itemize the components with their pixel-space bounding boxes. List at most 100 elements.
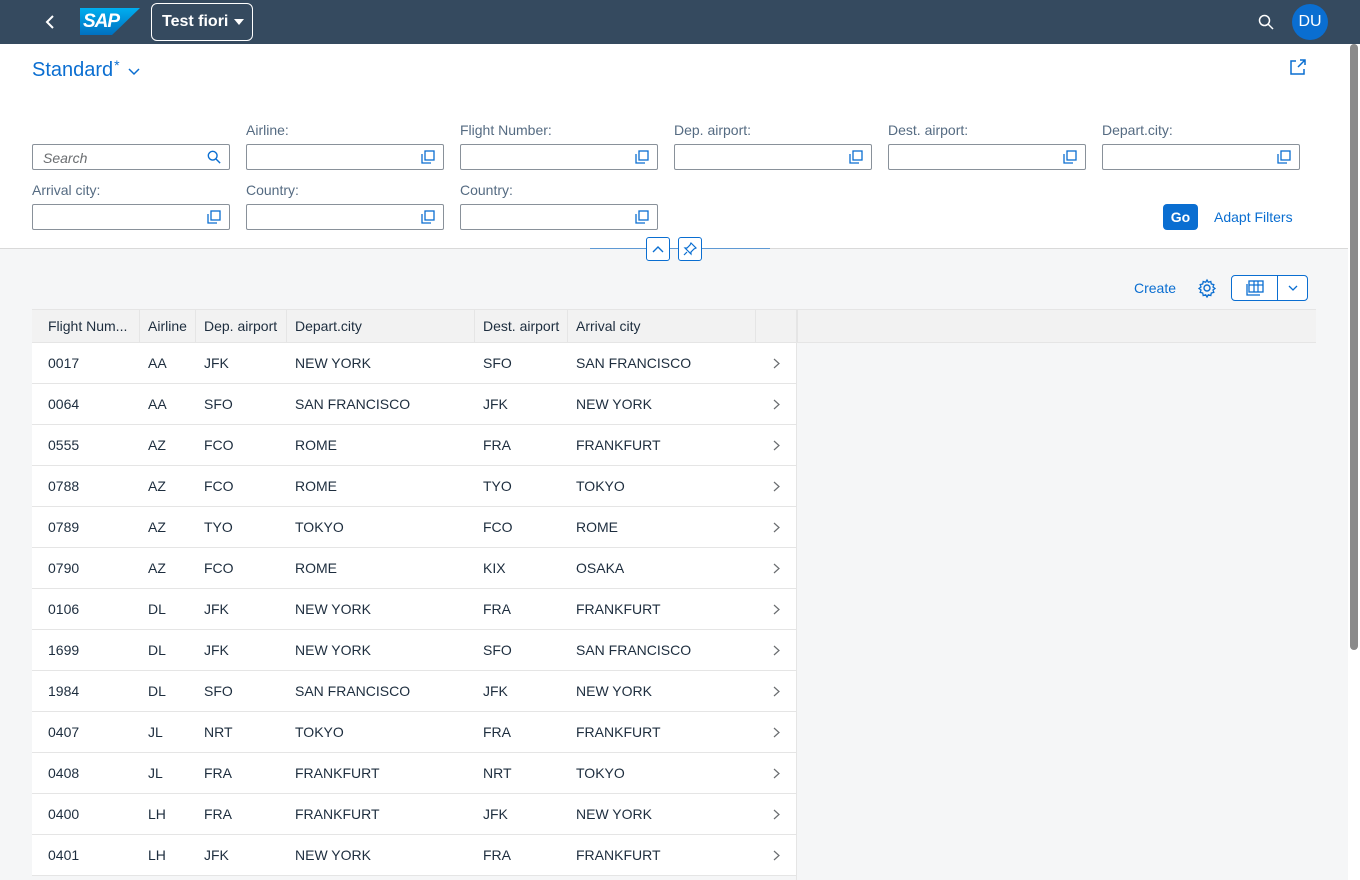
value-help-icon[interactable] (849, 150, 863, 164)
cell-flight-number: 0788 (48, 478, 80, 494)
table-settings-button[interactable] (1197, 278, 1217, 299)
dep-airport-label: Dep. airport: (674, 122, 752, 138)
cell-dest-airport: JFK (483, 683, 508, 699)
scrollbar-thumb[interactable] (1350, 44, 1358, 650)
table-row[interactable]: 0400 LH FRA FRANKFURT JFK NEW YORK (32, 794, 797, 835)
chevron-left-icon (45, 15, 54, 29)
row-navigation[interactable] (756, 835, 797, 875)
value-help-icon[interactable] (1063, 150, 1077, 164)
country-label-2: Country: (460, 182, 513, 198)
column-header-flight-number[interactable]: Flight Num... (32, 310, 140, 342)
dep-airport-field[interactable] (674, 144, 872, 170)
app-title-menu[interactable]: Test fiori (151, 3, 253, 41)
cell-flight-number: 0017 (48, 355, 80, 371)
column-header-dep-airport[interactable]: Dep. airport (196, 310, 287, 342)
cell-flight-number: 0789 (48, 519, 80, 535)
shell-search-button[interactable] (1254, 10, 1278, 34)
cell-flight-number: 0407 (48, 724, 80, 740)
pin-header-button[interactable] (678, 237, 702, 261)
table-row[interactable]: 1984 DL SFO SAN FRANCISCO JFK NEW YORK (32, 671, 797, 712)
row-navigation[interactable] (756, 507, 797, 547)
row-navigation[interactable] (756, 548, 797, 588)
row-navigation[interactable] (756, 671, 797, 711)
row-navigation[interactable] (756, 384, 797, 424)
cell-flight-number: 0790 (48, 560, 80, 576)
view-dropdown-button[interactable] (1278, 276, 1307, 300)
value-help-icon[interactable] (421, 150, 435, 164)
search-icon[interactable] (207, 150, 221, 164)
dest-airport-field[interactable] (888, 144, 1086, 170)
sap-logo: SAP (80, 8, 140, 35)
value-help-icon[interactable] (421, 210, 435, 224)
cell-dest-airport: FRA (483, 601, 511, 617)
search-input[interactable]: Search (32, 144, 230, 170)
row-navigation[interactable] (756, 712, 797, 752)
flight-number-field[interactable] (460, 144, 658, 170)
page-scrollbar[interactable] (1348, 44, 1360, 880)
arrival-city-field[interactable] (32, 204, 230, 230)
row-navigation[interactable] (756, 589, 797, 629)
shell-bar: SAP Test fiori DU (0, 0, 1360, 44)
cell-airline: AZ (148, 519, 166, 535)
row-navigation[interactable] (756, 753, 797, 793)
user-avatar[interactable]: DU (1292, 4, 1328, 40)
back-button[interactable] (38, 10, 62, 34)
table-row[interactable]: 0789 AZ TYO TOKYO FCO ROME (32, 507, 797, 548)
column-header-airline[interactable]: Airline (140, 310, 196, 342)
chevron-right-icon (773, 686, 780, 696)
table-row[interactable]: 0407 JL NRT TOKYO FRA FRANKFURT (32, 712, 797, 753)
adapt-filters-button[interactable]: Adapt Filters (1214, 209, 1293, 225)
value-help-icon[interactable] (1277, 150, 1291, 164)
collapse-header-button[interactable] (646, 237, 670, 261)
table-row[interactable]: 0555 AZ FCO ROME FRA FRANKFURT (32, 425, 797, 466)
value-help-icon[interactable] (207, 210, 221, 224)
country-field-2[interactable] (460, 204, 658, 230)
table-row[interactable]: 0788 AZ FCO ROME TYO TOKYO (32, 466, 797, 507)
country-label-1: Country: (246, 182, 299, 198)
table-row[interactable]: 0064 AA SFO SAN FRANCISCO JFK NEW YORK (32, 384, 797, 425)
cell-arrival-city: OSAKA (576, 560, 625, 576)
cell-dest-airport: FRA (483, 847, 511, 863)
value-help-icon[interactable] (635, 210, 649, 224)
row-navigation[interactable] (756, 343, 797, 383)
go-button[interactable]: Go (1163, 204, 1198, 230)
cell-flight-number: 0555 (48, 437, 80, 453)
cell-depart-city: SAN FRANCISCO (295, 396, 411, 412)
row-navigation[interactable] (756, 466, 797, 506)
value-help-icon[interactable] (635, 150, 649, 164)
table-row[interactable]: 1699 DL JFK NEW YORK SFO SAN FRANCISCO (32, 630, 797, 671)
cell-dest-airport: SFO (483, 355, 512, 371)
gear-icon (1197, 278, 1217, 299)
chevron-right-icon (773, 563, 780, 573)
depart-city-field[interactable] (1102, 144, 1300, 170)
create-button[interactable]: Create (1134, 280, 1176, 296)
column-header-arrival-city[interactable]: Arrival city (568, 310, 756, 342)
airline-field[interactable] (246, 144, 444, 170)
cell-airline: DL (148, 642, 166, 658)
table-view-button[interactable] (1232, 276, 1278, 300)
cell-dest-airport: FRA (483, 437, 511, 453)
row-navigation[interactable] (756, 630, 797, 670)
column-header-depart-city[interactable]: Depart.city (287, 310, 475, 342)
share-button[interactable] (1289, 58, 1309, 78)
country-field-1[interactable] (246, 204, 444, 230)
row-navigation[interactable] (756, 794, 797, 834)
cell-arrival-city: ROME (576, 519, 618, 535)
cell-dest-airport: NRT (483, 765, 512, 781)
cell-depart-city: NEW YORK (295, 642, 371, 658)
depart-city-label: Depart.city: (1102, 122, 1173, 138)
table-row[interactable]: 0106 DL JFK NEW YORK FRA FRANKFURT (32, 589, 797, 630)
table-right-border (796, 309, 797, 880)
cell-depart-city: NEW YORK (295, 601, 371, 617)
table-row[interactable]: 0408 JL FRA FRANKFURT NRT TOKYO (32, 753, 797, 794)
variant-selector[interactable]: Standard * (32, 57, 140, 82)
arrival-city-label: Arrival city: (32, 182, 101, 198)
chevron-up-icon (652, 246, 664, 253)
table-row[interactable]: 0790 AZ FCO ROME KIX OSAKA (32, 548, 797, 589)
table-row[interactable]: 0401 LH JFK NEW YORK FRA FRANKFURT (32, 835, 797, 876)
row-navigation[interactable] (756, 425, 797, 465)
chevron-right-icon (773, 645, 780, 655)
column-header-dest-airport[interactable]: Dest. airport (475, 310, 568, 342)
table-row[interactable]: 0017 AA JFK NEW YORK SFO SAN FRANCISCO (32, 343, 797, 384)
cell-arrival-city: TOKYO (576, 478, 625, 494)
